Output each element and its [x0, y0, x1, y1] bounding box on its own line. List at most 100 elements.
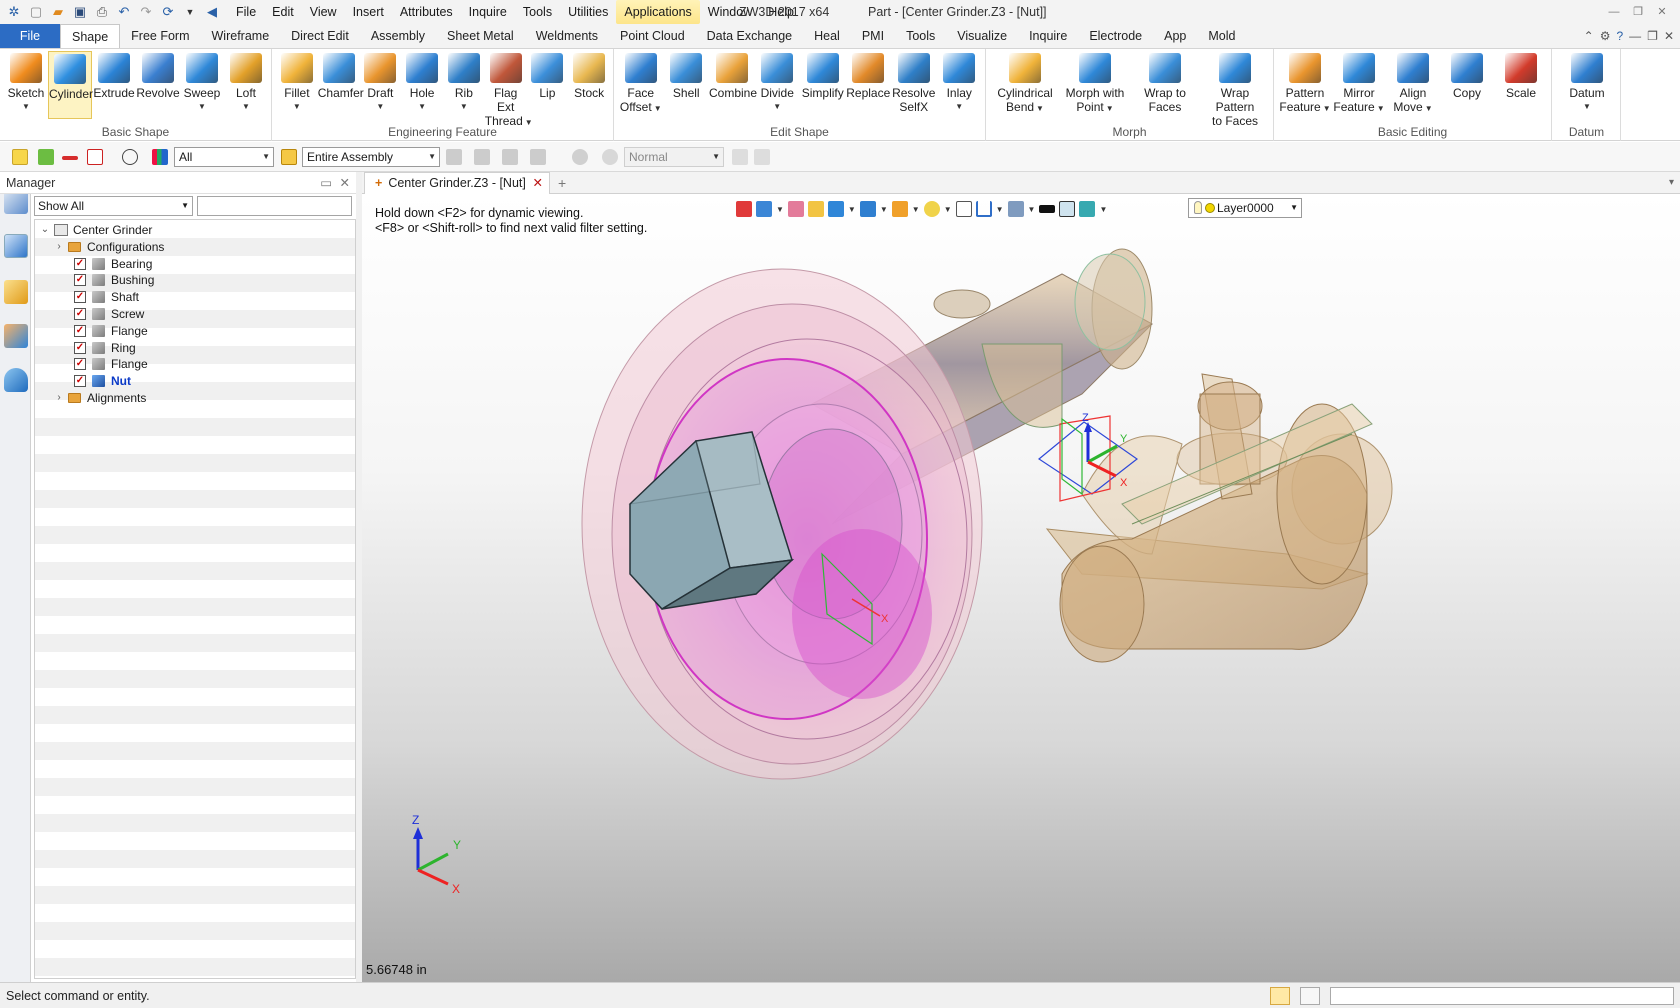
- wrap-pattern-to-faces-button[interactable]: Wrap Pattern to Faces: [1200, 51, 1270, 128]
- wrap-to-faces-button[interactable]: Wrap to Faces: [1130, 51, 1200, 121]
- tree-folder[interactable]: › Configurations: [35, 238, 355, 256]
- user-profile-icon[interactable]: [4, 368, 28, 392]
- menu-utilities[interactable]: Utilities: [560, 0, 616, 24]
- status-list-icon[interactable]: [1300, 987, 1320, 1005]
- chamfer-button[interactable]: Chamfer: [318, 51, 364, 121]
- blue-cube-icon[interactable]: [827, 201, 844, 217]
- section-icon[interactable]: [975, 201, 992, 217]
- tab-free-form[interactable]: Free Form: [120, 24, 200, 48]
- add-to-selection-icon[interactable]: [38, 149, 54, 165]
- new-file-icon[interactable]: ▢: [26, 3, 46, 21]
- tab-sheet-metal[interactable]: Sheet Metal: [436, 24, 525, 48]
- replace-button[interactable]: Replace: [846, 51, 892, 121]
- cylinder-button[interactable]: Cylinder: [48, 51, 93, 119]
- lip-button[interactable]: Lip: [527, 51, 569, 121]
- close-button[interactable]: ✕: [1650, 0, 1674, 24]
- parts-library-icon[interactable]: [4, 280, 28, 304]
- menu-view[interactable]: View: [302, 0, 345, 24]
- tab-weldments[interactable]: Weldments: [525, 24, 609, 48]
- chevron-down-icon[interactable]: ▼: [880, 205, 888, 214]
- sketch-button[interactable]: Sketch ▼: [4, 51, 48, 121]
- chevron-down-icon[interactable]: ▼: [944, 205, 952, 214]
- chevron-down-icon[interactable]: ▼: [1099, 205, 1107, 214]
- manager-search-input[interactable]: [197, 196, 352, 216]
- back-icon[interactable]: ◀: [202, 3, 222, 21]
- doc-restore-icon[interactable]: ❐: [1647, 29, 1658, 43]
- pattern-feature-button[interactable]: Pattern Feature ▼: [1278, 51, 1332, 121]
- shaded-cube-icon[interactable]: [807, 201, 824, 217]
- tree-row[interactable]: ✓ Nut: [35, 372, 355, 390]
- view-orient-icon[interactable]: [756, 201, 772, 217]
- print-icon[interactable]: ⎙: [92, 3, 112, 21]
- zoom-window-icon[interactable]: [955, 201, 972, 217]
- expand-arrow-icon[interactable]: ›: [54, 238, 64, 256]
- copy-button[interactable]: Copy: [1440, 51, 1494, 121]
- close-panel-icon[interactable]: ✕: [340, 172, 350, 194]
- visibility-checkbox[interactable]: ✓: [74, 341, 86, 354]
- stock-button[interactable]: Stock: [568, 51, 610, 121]
- grid-icon[interactable]: [1007, 201, 1024, 217]
- tab-heal[interactable]: Heal: [803, 24, 851, 48]
- chevron-down-icon[interactable]: ▼: [996, 205, 1004, 214]
- draft-button[interactable]: Draft ▼: [360, 51, 402, 121]
- doc-minimize-icon[interactable]: —: [1629, 29, 1641, 43]
- graphics-viewport[interactable]: X Z Y X Z Y X ▼ ▼ ▼ ▼ ▼ ▼ ▼ ▼ Layer0000 …: [362, 194, 1680, 982]
- menu-edit[interactable]: Edit: [264, 0, 302, 24]
- pick-select-icon[interactable]: [12, 149, 28, 165]
- tree-row[interactable]: ⌄ Center Grinder: [35, 221, 355, 239]
- tab-electrode[interactable]: Electrode: [1078, 24, 1153, 48]
- menu-applications[interactable]: Applications: [616, 0, 700, 24]
- restore-button[interactable]: ❐: [1626, 0, 1650, 24]
- flag-ext-thread-button[interactable]: Flag Ext Thread ▼: [485, 51, 533, 128]
- sweep-button[interactable]: Sweep ▼: [180, 51, 224, 121]
- tree-row[interactable]: ✓ Screw: [35, 305, 355, 323]
- background-white-icon[interactable]: [1059, 201, 1076, 217]
- extrude-button[interactable]: Extrude: [92, 51, 136, 121]
- regen-icon[interactable]: ⟳: [158, 3, 178, 21]
- undo-icon[interactable]: ↶: [114, 3, 134, 21]
- fillet-button[interactable]: Fillet ▼: [276, 51, 318, 121]
- save-icon[interactable]: ▣: [70, 3, 90, 21]
- shell-button[interactable]: Shell: [664, 51, 710, 121]
- lasso-icon[interactable]: [122, 149, 138, 165]
- visibility-checkbox[interactable]: ✓: [74, 358, 86, 371]
- assembly-scope-icon[interactable]: [281, 149, 297, 165]
- mirror-feature-button[interactable]: Mirror Feature ▼: [1332, 51, 1386, 121]
- command-input[interactable]: [1330, 987, 1674, 1005]
- visibility-checkbox[interactable]: ✓: [74, 324, 86, 337]
- doc-close-icon[interactable]: ✕: [1664, 29, 1674, 43]
- render-icon[interactable]: [891, 201, 908, 217]
- visibility-checkbox[interactable]: ✓: [74, 274, 86, 287]
- menu-insert[interactable]: Insert: [345, 0, 392, 24]
- tree-row[interactable]: ✓ Flange: [35, 322, 355, 340]
- assembly-tree-icon[interactable]: [4, 234, 28, 258]
- tab-visualize[interactable]: Visualize: [946, 24, 1018, 48]
- layer-select[interactable]: Layer0000 ▼: [1188, 198, 1302, 218]
- visibility-checkbox[interactable]: ✓: [74, 257, 86, 270]
- customize-dropdown-icon[interactable]: ▼: [180, 3, 200, 21]
- pin-icon[interactable]: ▭: [320, 172, 332, 194]
- tab-inquire[interactable]: Inquire: [1018, 24, 1078, 48]
- combine-button[interactable]: Combine: [709, 51, 757, 121]
- tree-row[interactable]: ✓ Shaft: [35, 288, 355, 306]
- tree-row[interactable]: ✓ Flange: [35, 355, 355, 373]
- loft-button[interactable]: Loft ▼: [224, 51, 268, 121]
- visibility-checkbox[interactable]: ✓: [74, 291, 86, 304]
- open-file-icon[interactable]: ▰: [48, 3, 68, 21]
- minimize-button[interactable]: —: [1602, 0, 1626, 24]
- select-filter-icon[interactable]: [87, 149, 103, 165]
- collapse-ribbon-icon[interactable]: ⌃: [1584, 29, 1594, 43]
- hole-button[interactable]: Hole ▼: [401, 51, 443, 121]
- datum-button[interactable]: Datum ▼: [1557, 51, 1617, 121]
- file-tab[interactable]: File: [0, 24, 60, 48]
- tab-menu-icon[interactable]: ▾: [1669, 172, 1674, 194]
- tree-row[interactable]: ✓ Bearing: [35, 255, 355, 273]
- visibility-checkbox[interactable]: ✓: [74, 308, 86, 320]
- menu-file[interactable]: File: [228, 0, 264, 24]
- filter-list-icon[interactable]: [152, 149, 168, 165]
- tab-pmi[interactable]: PMI: [851, 24, 895, 48]
- exit-icon[interactable]: [736, 201, 752, 217]
- scope-combo[interactable]: Entire Assembly ▼: [302, 147, 440, 167]
- remove-from-selection-icon[interactable]: [62, 156, 78, 160]
- redo-icon[interactable]: ↷: [136, 3, 156, 21]
